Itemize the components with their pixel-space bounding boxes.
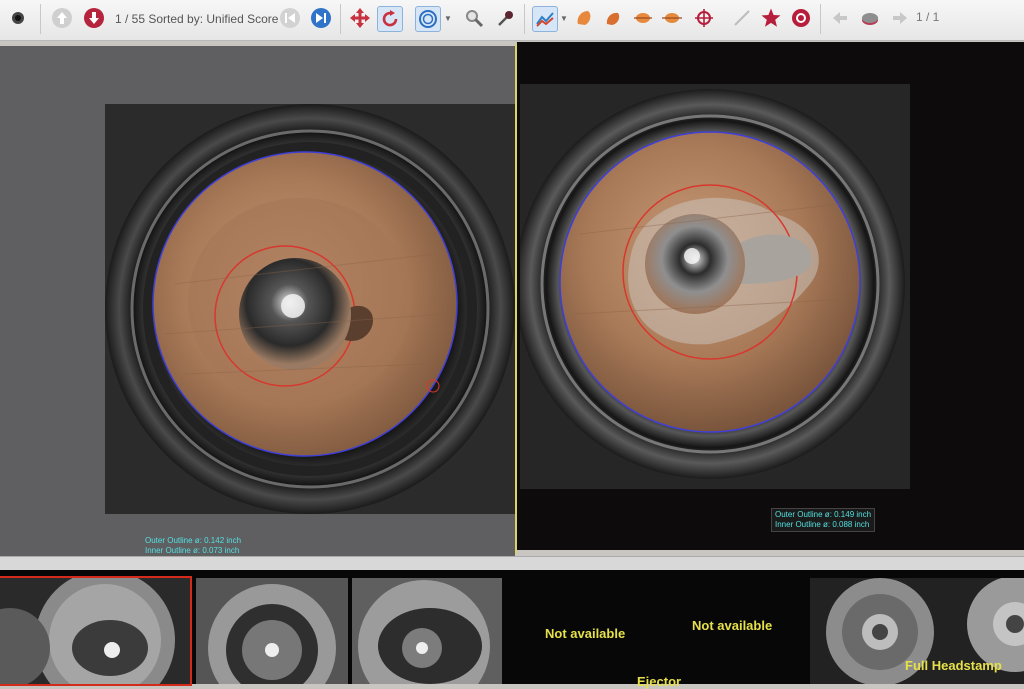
help-icon[interactable] — [789, 6, 813, 30]
thumbnail-breech-face[interactable] — [0, 576, 192, 686]
feature-icon[interactable] — [572, 6, 596, 30]
first-icon[interactable] — [278, 6, 302, 30]
right-inner-outline: Inner Outline ø: 0.088 inch — [775, 520, 870, 529]
up-arrow-icon[interactable] — [50, 6, 74, 30]
chevron-down-icon[interactable]: ▼ — [560, 14, 568, 23]
thumbnail-strip: Not available Not available Ejector Full… — [0, 570, 1024, 689]
full-headstamp-label: Full Headstamp — [905, 658, 1002, 673]
page-count: 1 / 1 — [916, 10, 940, 24]
feature-icon[interactable] — [631, 6, 655, 30]
toolbar: 1 / 55 Sorted by: Unified Score ▼ ▼ 1 / … — [0, 0, 1024, 41]
left-inner-outline: Inner Outline ø: 0.073 inch — [145, 546, 240, 555]
feature-icon[interactable] — [660, 6, 684, 30]
toolbar-separator — [820, 4, 821, 34]
rotate-icon[interactable] — [377, 6, 403, 32]
circle-outline-icon[interactable] — [415, 6, 441, 32]
right-cartridge-scan[interactable] — [520, 84, 910, 489]
not-available-label-1: Not available — [545, 626, 626, 641]
down-arrow-icon[interactable] — [82, 6, 106, 30]
back-icon[interactable] — [828, 6, 852, 30]
zoom-icon[interactable] — [462, 6, 486, 30]
record-icon[interactable] — [6, 6, 30, 30]
ejector-label: Ejector — [637, 674, 682, 689]
right-measurements: Outer Outline ø: 0.149 inch Inner Outlin… — [771, 508, 876, 532]
feature-icon[interactable] — [601, 6, 625, 30]
sort-status: 1 / 55 Sorted by: Unified Score — [115, 12, 279, 26]
left-outer-outline: Outer Outline ø: 0.142 inch — [145, 536, 242, 545]
next-icon[interactable] — [309, 6, 333, 30]
toolbar-separator — [340, 4, 341, 34]
thumbnail-aperture-shear[interactable] — [352, 578, 502, 684]
right-outer-outline: Outer Outline ø: 0.149 inch — [775, 510, 872, 519]
chart-icon[interactable] — [532, 6, 558, 32]
left-cartridge-scan[interactable] — [105, 104, 515, 514]
chevron-down-icon[interactable]: ▼ — [444, 14, 452, 23]
toolbar-separator — [40, 4, 41, 34]
thumbnail-firing-pin[interactable] — [196, 578, 348, 684]
left-comparison-panel[interactable]: Outer Outline ø: 0.142 inch Inner Outlin… — [0, 46, 515, 556]
toolbar-separator — [524, 4, 525, 34]
line-icon[interactable] — [730, 6, 754, 30]
left-measurements: Outer Outline ø: 0.142 inch Inner Outlin… — [145, 536, 241, 556]
move-icon[interactable] — [348, 6, 372, 30]
right-comparison-panel[interactable]: Outer Outline ø: 0.149 inch Inner Outlin… — [517, 42, 1024, 550]
star-icon[interactable] — [759, 6, 783, 30]
not-available-label-2: Not available — [692, 618, 773, 633]
probe-icon[interactable] — [494, 6, 518, 30]
forward-icon[interactable] — [888, 6, 912, 30]
eraser-icon[interactable] — [858, 6, 882, 30]
target-icon[interactable] — [692, 6, 716, 30]
